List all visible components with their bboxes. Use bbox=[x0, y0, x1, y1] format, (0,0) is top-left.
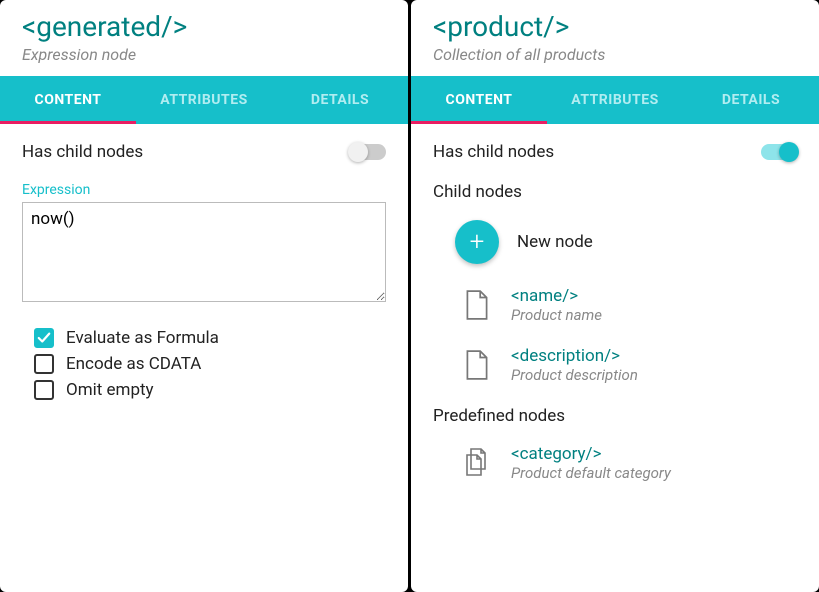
node-item-title: <category/> bbox=[511, 444, 671, 464]
has-child-toggle[interactable] bbox=[350, 144, 386, 160]
check-omit-empty[interactable]: Omit empty bbox=[34, 380, 386, 400]
node-title: <generated/> bbox=[22, 10, 386, 43]
files-icon bbox=[461, 444, 493, 482]
checkbox-icon bbox=[34, 328, 54, 348]
tabs: CONTENT ATTRIBUTES DETAILS bbox=[411, 76, 819, 124]
check-encode-cdata[interactable]: Encode as CDATA bbox=[34, 354, 386, 374]
body: Has child nodes Expression Evaluate as F… bbox=[0, 124, 408, 592]
node-item-title: <name/> bbox=[511, 286, 602, 306]
new-node-button[interactable]: + New node bbox=[455, 220, 797, 264]
node-item-subtitle: Product description bbox=[511, 366, 638, 384]
node-item-text: <category/> Product default category bbox=[511, 444, 671, 482]
panel-product: <product/> Collection of all products CO… bbox=[411, 0, 819, 592]
tab-content[interactable]: CONTENT bbox=[0, 76, 136, 124]
predefined-node-list: <category/> Product default category bbox=[433, 444, 797, 482]
predefined-nodes-label: Predefined nodes bbox=[433, 406, 797, 426]
child-nodes-label: Child nodes bbox=[433, 182, 797, 202]
plus-icon: + bbox=[455, 220, 499, 264]
check-evaluate-formula[interactable]: Evaluate as Formula bbox=[34, 328, 386, 348]
panel-generated: <generated/> Expression node CONTENT ATT… bbox=[0, 0, 408, 592]
body: Has child nodes Child nodes + New node <… bbox=[411, 124, 819, 592]
node-item-text: <name/> Product name bbox=[511, 286, 602, 324]
node-title: <product/> bbox=[433, 10, 797, 43]
child-node-name[interactable]: <name/> Product name bbox=[455, 286, 797, 324]
has-child-row: Has child nodes bbox=[22, 142, 386, 162]
tab-details[interactable]: DETAILS bbox=[272, 76, 408, 124]
node-item-title: <description/> bbox=[511, 346, 638, 366]
node-subtitle: Expression node bbox=[22, 45, 386, 64]
tab-details[interactable]: DETAILS bbox=[683, 76, 819, 124]
has-child-row: Has child nodes bbox=[433, 142, 797, 162]
predefined-node-category[interactable]: <category/> Product default category bbox=[455, 444, 797, 482]
file-icon bbox=[461, 346, 493, 384]
tab-attributes[interactable]: ATTRIBUTES bbox=[547, 76, 683, 124]
header: <product/> Collection of all products bbox=[411, 0, 819, 76]
node-item-subtitle: Product default category bbox=[511, 464, 671, 482]
new-node-label: New node bbox=[517, 232, 593, 252]
expression-input[interactable] bbox=[22, 202, 386, 302]
checkbox-icon bbox=[34, 380, 54, 400]
node-item-text: <description/> Product description bbox=[511, 346, 638, 384]
checkbox-icon bbox=[34, 354, 54, 374]
has-child-label: Has child nodes bbox=[22, 142, 143, 162]
file-icon bbox=[461, 286, 493, 324]
check-label: Evaluate as Formula bbox=[66, 328, 219, 348]
child-node-description[interactable]: <description/> Product description bbox=[455, 346, 797, 384]
expression-label: Expression bbox=[22, 182, 386, 198]
child-node-list: + New node <name/> Product name <descrip… bbox=[433, 220, 797, 384]
tab-attributes[interactable]: ATTRIBUTES bbox=[136, 76, 272, 124]
node-subtitle: Collection of all products bbox=[433, 45, 797, 64]
check-label: Omit empty bbox=[66, 380, 154, 400]
node-item-subtitle: Product name bbox=[511, 306, 602, 324]
header: <generated/> Expression node bbox=[0, 0, 408, 76]
has-child-toggle[interactable] bbox=[761, 144, 797, 160]
has-child-label: Has child nodes bbox=[433, 142, 554, 162]
tab-content[interactable]: CONTENT bbox=[411, 76, 547, 124]
tabs: CONTENT ATTRIBUTES DETAILS bbox=[0, 76, 408, 124]
checkbox-group: Evaluate as Formula Encode as CDATA Omit… bbox=[22, 328, 386, 400]
check-label: Encode as CDATA bbox=[66, 354, 201, 374]
